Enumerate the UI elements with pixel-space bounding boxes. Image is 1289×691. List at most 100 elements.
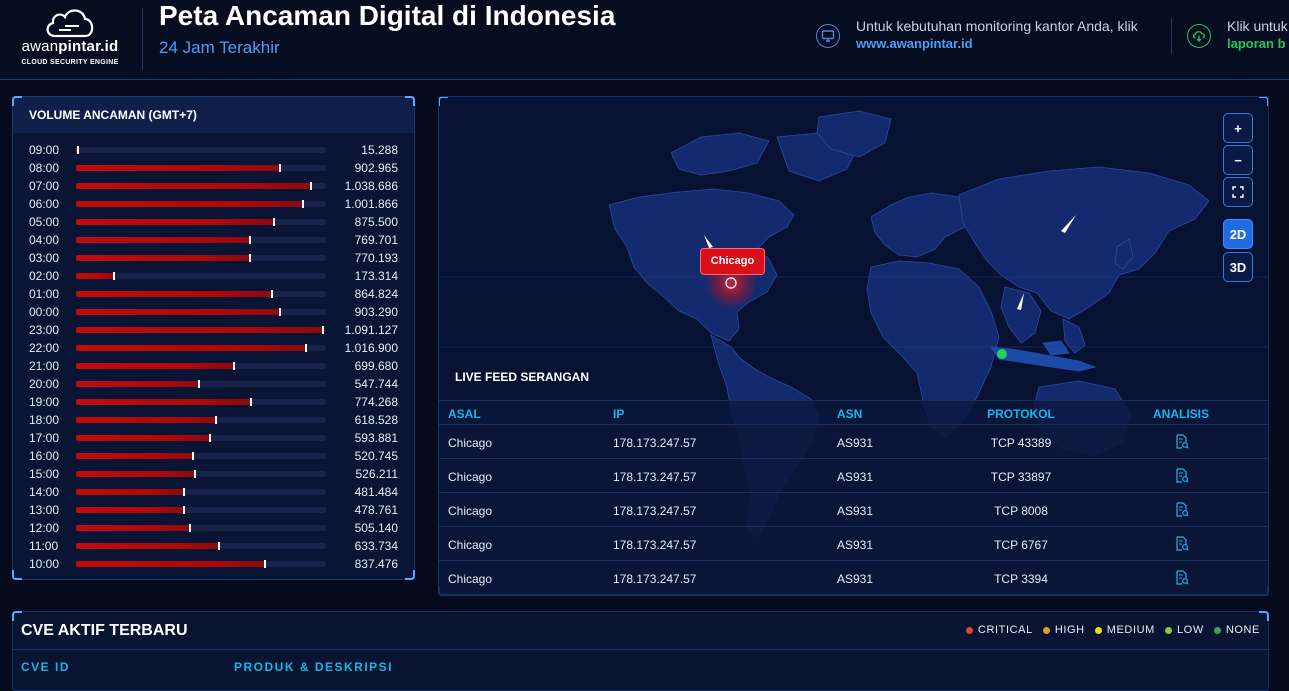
- volume-bar-marker: [183, 506, 185, 514]
- volume-bar[interactable]: [76, 255, 251, 261]
- volume-row: 10:00 837.476: [29, 555, 398, 573]
- volume-bar[interactable]: [76, 507, 185, 513]
- volume-bar-track: [76, 290, 326, 298]
- volume-bar[interactable]: [76, 435, 211, 441]
- volume-bar-track: [76, 416, 326, 424]
- analysis-doc-icon[interactable]: [1175, 502, 1189, 523]
- volume-bar[interactable]: [76, 543, 220, 549]
- volume-bar[interactable]: [76, 165, 281, 171]
- volume-row: 13:00 478.761: [29, 501, 398, 519]
- cell-asn: AS931: [837, 436, 874, 450]
- volume-bar-track: [76, 434, 326, 442]
- report-promo[interactable]: Klik untuk laporan b: [1187, 16, 1289, 56]
- report-link[interactable]: laporan b: [1227, 36, 1286, 51]
- volume-value: 526.211: [355, 467, 399, 481]
- analysis-doc-icon[interactable]: [1175, 536, 1189, 557]
- column-header-asal: ASAL: [448, 407, 481, 421]
- table-row[interactable]: Chicago 178.173.247.57 AS931 TCP 8008: [439, 493, 1268, 527]
- table-row[interactable]: Chicago 178.173.247.57 AS931 TCP 3394: [439, 561, 1268, 595]
- cell-asal: Chicago: [448, 538, 493, 552]
- awanpintar-link[interactable]: www.awanpintar.id: [856, 36, 973, 51]
- monitoring-promo[interactable]: Untuk kebutuhan monitoring kantor Anda, …: [816, 16, 1156, 56]
- legend-label: NONE: [1225, 624, 1260, 636]
- cell-ip: 178.173.247.57: [613, 572, 697, 586]
- volume-bar[interactable]: [76, 273, 115, 279]
- analysis-doc-icon[interactable]: [1175, 570, 1189, 591]
- attack-origin-label[interactable]: Chicago: [700, 248, 765, 275]
- volume-row: 07:00 1.038.686: [29, 177, 398, 195]
- volume-row: 18:00 618.528: [29, 411, 398, 429]
- volume-bar[interactable]: [76, 471, 196, 477]
- volume-row: 08:00 902.965: [29, 159, 398, 177]
- awanpintar-logo[interactable]: awanpintar.id CLOUD SECURITY ENGINE: [14, 6, 126, 70]
- volume-bar-marker: [250, 398, 252, 406]
- volume-bar-track: [76, 326, 326, 334]
- table-row[interactable]: Chicago 178.173.247.57 AS931 TCP 43389: [439, 425, 1268, 459]
- volume-bar[interactable]: [76, 453, 194, 459]
- legend-item[interactable]: MEDIUM: [1094, 624, 1155, 636]
- volume-bar[interactable]: [76, 363, 235, 369]
- hour-label: 17:00: [29, 431, 60, 445]
- view-2d-button[interactable]: 2D: [1223, 219, 1253, 249]
- volume-row: 15:00 526.211: [29, 465, 398, 483]
- analysis-doc-icon[interactable]: [1175, 468, 1189, 489]
- volume-bar[interactable]: [76, 381, 200, 387]
- volume-bar-marker: [305, 344, 307, 352]
- volume-bar[interactable]: [76, 183, 312, 189]
- zoom-in-button[interactable]: +: [1223, 113, 1253, 143]
- volume-bar[interactable]: [76, 291, 273, 297]
- volume-bar[interactable]: [76, 345, 307, 351]
- legend-label: CRITICAL: [977, 624, 1033, 636]
- volume-row: 17:00 593.881: [29, 429, 398, 447]
- volume-bar-track: [76, 200, 326, 208]
- zoom-out-button[interactable]: −: [1223, 145, 1253, 175]
- volume-bar[interactable]: [76, 201, 304, 207]
- table-row[interactable]: Chicago 178.173.247.57 AS931 TCP 6767: [439, 527, 1268, 561]
- legend-item[interactable]: LOW: [1164, 624, 1204, 636]
- volume-bar[interactable]: [76, 489, 185, 495]
- volume-bar-marker: [310, 182, 312, 190]
- volume-bar-marker: [183, 488, 185, 496]
- severity-dot-icon: [1094, 626, 1102, 634]
- feed-row-list: Chicago 178.173.247.57 AS931 TCP 43389 Chica…: [439, 425, 1268, 595]
- attack-map-panel[interactable]: Chicago + − 2D 3D LIVE FEED SERANGAN ASA…: [438, 96, 1269, 596]
- hour-label: 20:00: [29, 377, 60, 391]
- volume-value: 173.314: [354, 269, 398, 283]
- legend-item[interactable]: CRITICAL: [965, 624, 1033, 636]
- view-3d-button[interactable]: 3D: [1223, 252, 1253, 282]
- volume-row: 11:00 633.734: [29, 537, 398, 555]
- volume-bar-marker: [271, 290, 273, 298]
- volume-bar-track: [76, 560, 326, 568]
- volume-bar-marker: [198, 380, 200, 388]
- volume-bar[interactable]: [76, 525, 191, 531]
- volume-bar[interactable]: [76, 417, 217, 423]
- volume-value: 903.290: [354, 305, 398, 319]
- volume-value: 505.140: [354, 521, 398, 535]
- target-indonesia-marker[interactable]: [997, 349, 1007, 359]
- legend-item[interactable]: HIGH: [1042, 624, 1085, 636]
- volume-bar[interactable]: [76, 237, 251, 243]
- table-row[interactable]: Chicago 178.173.247.57 AS931 TCP 33897: [439, 459, 1268, 493]
- volume-bar[interactable]: [76, 399, 252, 405]
- volume-bar-marker: [192, 452, 194, 460]
- analysis-doc-icon[interactable]: [1175, 434, 1189, 455]
- volume-value: 774.268: [354, 395, 398, 409]
- volume-bar-track: [76, 254, 326, 262]
- volume-bar[interactable]: [76, 219, 275, 225]
- volume-bar-marker: [264, 560, 266, 568]
- legend-label: LOW: [1176, 624, 1204, 636]
- volume-row: 00:00 903.290: [29, 303, 398, 321]
- volume-bar[interactable]: [76, 309, 281, 315]
- hour-label: 16:00: [29, 449, 60, 463]
- map-gridlines: [439, 276, 1268, 348]
- volume-value: 478.761: [354, 503, 398, 517]
- volume-bar[interactable]: [76, 327, 324, 333]
- volume-bar-track: [76, 542, 326, 550]
- volume-bar-marker: [113, 272, 115, 280]
- volume-bar-track: [76, 488, 326, 496]
- legend-item[interactable]: NONE: [1213, 624, 1260, 636]
- threat-volume-panel: VOLUME ANCAMAN (GMT+7) 09:00 15.288 08:00 9…: [12, 96, 415, 580]
- fullscreen-button[interactable]: [1223, 177, 1253, 207]
- volume-bar[interactable]: [76, 561, 266, 567]
- volume-bar-marker: [322, 326, 324, 334]
